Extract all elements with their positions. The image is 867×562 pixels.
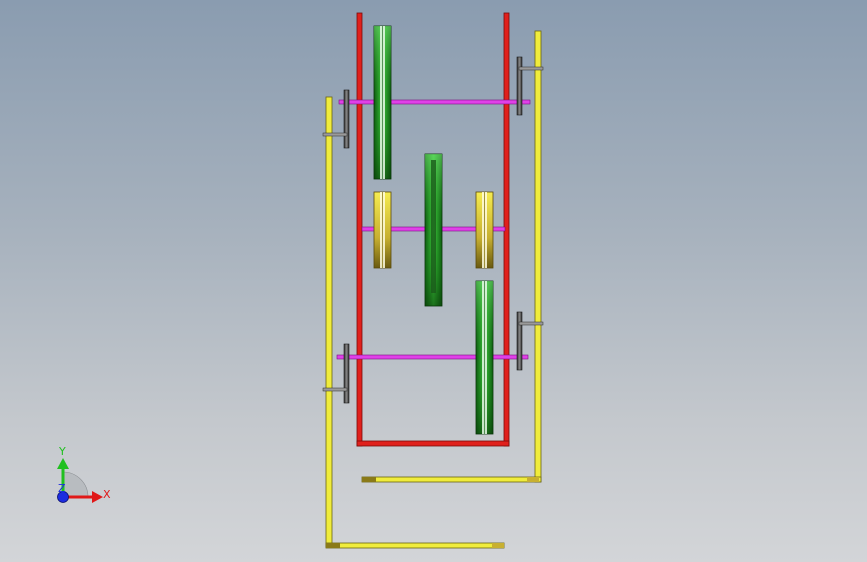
idler-left[interactable] xyxy=(373,191,392,269)
cad-model-scene[interactable]: Y X Z xyxy=(0,0,867,562)
cad-viewport[interactable]: Y X Z xyxy=(0,0,867,562)
sheave-top-left[interactable] xyxy=(373,25,392,180)
x-axis-label: X xyxy=(103,488,111,501)
orientation-triad: Y X Z xyxy=(57,445,111,503)
z-axis-label: Z xyxy=(58,482,66,495)
sheave-bottom-right[interactable] xyxy=(475,280,494,435)
y-axis-label: Y xyxy=(58,445,66,458)
sheave-center[interactable] xyxy=(424,153,443,307)
shaft-top[interactable] xyxy=(338,99,531,105)
shaft-bottom[interactable] xyxy=(336,354,529,360)
idler-right[interactable] xyxy=(475,191,494,269)
